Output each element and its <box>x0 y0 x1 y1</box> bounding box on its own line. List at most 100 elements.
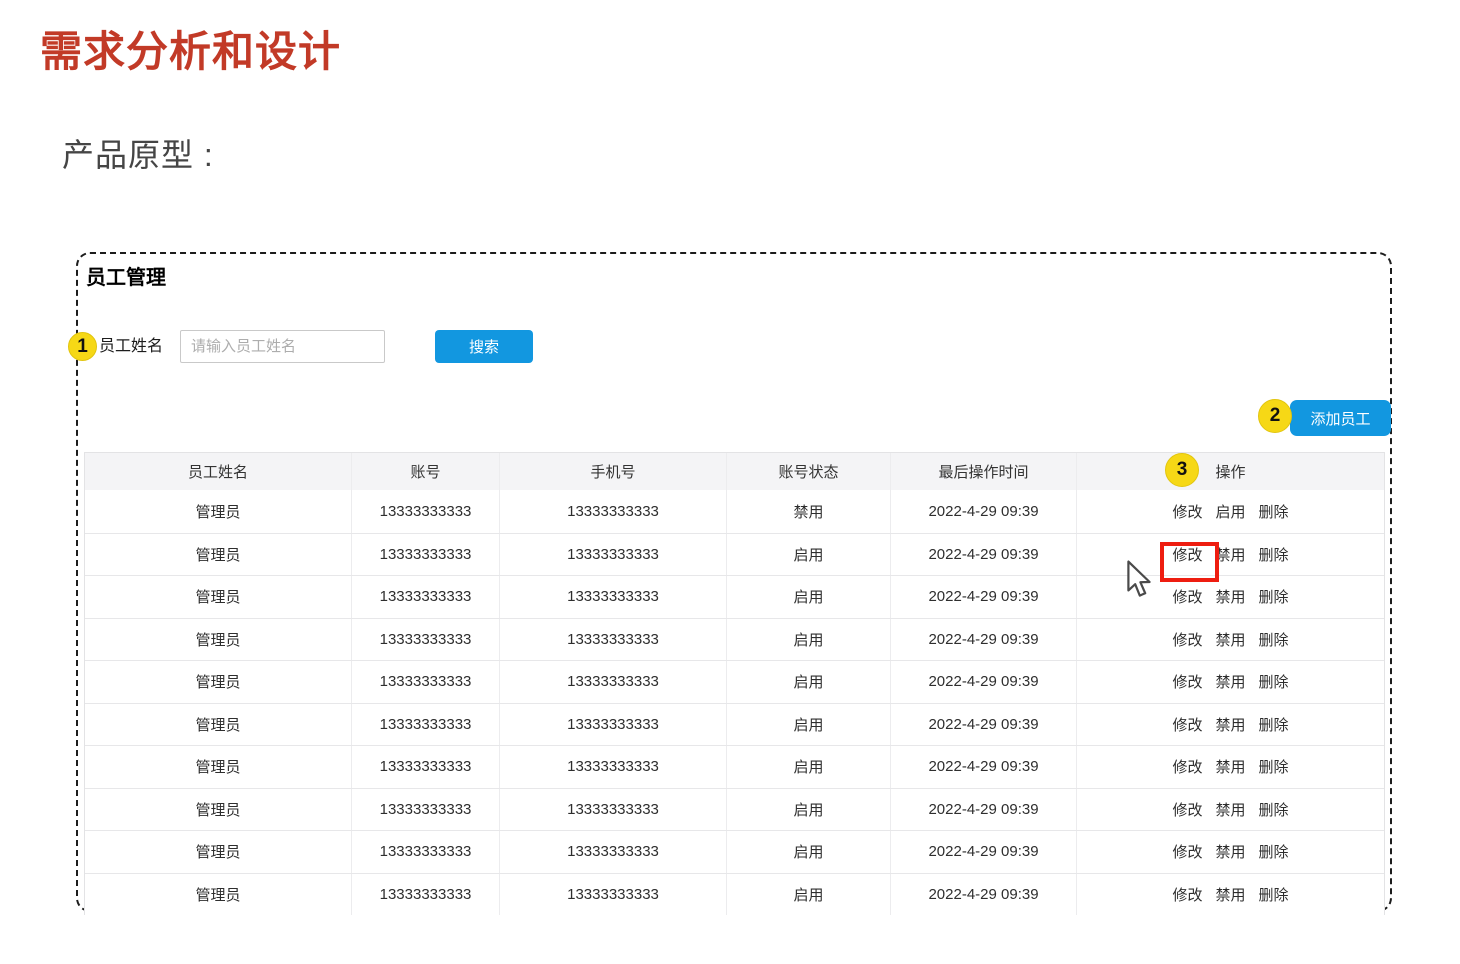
section-subtitle: 产品原型 : <box>62 130 214 176</box>
action-toggle-status[interactable]: 禁用 <box>1215 714 1245 735</box>
action-edit[interactable]: 修改 <box>1172 756 1202 777</box>
header-cell-status: 账号状态 <box>727 453 891 490</box>
action-delete[interactable]: 删除 <box>1259 714 1289 735</box>
action-delete[interactable]: 删除 <box>1259 756 1289 777</box>
cell-actions: 修改 禁用 删除 <box>1077 576 1384 618</box>
table-row: 管理员 13333333333 13333333333 启用 2022-4-29… <box>85 788 1384 831</box>
action-toggle-status[interactable]: 禁用 <box>1215 671 1245 692</box>
cell-phone: 13333333333 <box>500 831 727 873</box>
cell-account: 13333333333 <box>352 874 500 916</box>
action-toggle-status[interactable]: 禁用 <box>1215 544 1245 565</box>
cell-phone: 13333333333 <box>500 704 727 746</box>
cell-status: 禁用 <box>727 490 891 533</box>
cell-status: 启用 <box>727 789 891 831</box>
action-toggle-status[interactable]: 禁用 <box>1215 884 1245 905</box>
annotation-badge-1: 1 <box>68 332 97 361</box>
cell-time: 2022-4-29 09:39 <box>891 831 1077 873</box>
header-cell-actions: 操作 <box>1077 453 1384 490</box>
cell-actions: 修改 禁用 删除 <box>1077 746 1384 788</box>
action-edit[interactable]: 修改 <box>1172 799 1202 820</box>
action-delete[interactable]: 删除 <box>1259 501 1289 522</box>
add-employee-button[interactable]: 添加员工 <box>1290 400 1391 436</box>
action-delete[interactable]: 删除 <box>1259 841 1289 862</box>
cell-name: 管理员 <box>85 576 352 618</box>
cell-name: 管理员 <box>85 704 352 746</box>
action-delete[interactable]: 删除 <box>1259 629 1289 650</box>
cell-time: 2022-4-29 09:39 <box>891 746 1077 788</box>
table-row: 管理员 13333333333 13333333333 启用 2022-4-29… <box>85 660 1384 703</box>
search-button[interactable]: 搜索 <box>435 330 533 363</box>
cell-status: 启用 <box>727 746 891 788</box>
cell-name: 管理员 <box>85 619 352 661</box>
table-row: 管理员 13333333333 13333333333 启用 2022-4-29… <box>85 618 1384 661</box>
cell-phone: 13333333333 <box>500 789 727 831</box>
cell-name: 管理员 <box>85 661 352 703</box>
cell-phone: 13333333333 <box>500 746 727 788</box>
header-cell-name: 员工姓名 <box>85 453 352 490</box>
action-edit[interactable]: 修改 <box>1172 586 1202 607</box>
action-delete[interactable]: 删除 <box>1259 671 1289 692</box>
cell-account: 13333333333 <box>352 746 500 788</box>
cell-account: 13333333333 <box>352 619 500 661</box>
mouse-cursor-icon <box>1126 560 1154 603</box>
action-edit[interactable]: 修改 <box>1172 841 1202 862</box>
cell-time: 2022-4-29 09:39 <box>891 661 1077 703</box>
cell-status: 启用 <box>727 831 891 873</box>
action-delete[interactable]: 删除 <box>1259 586 1289 607</box>
cell-account: 13333333333 <box>352 576 500 618</box>
cell-phone: 13333333333 <box>500 490 727 533</box>
cell-name: 管理员 <box>85 874 352 916</box>
cell-account: 13333333333 <box>352 534 500 576</box>
prototype-panel: 员工管理 1 员工姓名 搜索 2 添加员工 员工姓名 账号 手机号 账号状态 最… <box>76 252 1392 912</box>
action-toggle-status[interactable]: 禁用 <box>1215 586 1245 607</box>
employee-name-label: 员工姓名 <box>99 330 163 363</box>
table-row: 管理员 13333333333 13333333333 启用 2022-4-29… <box>85 873 1384 916</box>
header-cell-account: 账号 <box>352 453 500 490</box>
action-edit[interactable]: 修改 <box>1172 501 1202 522</box>
action-toggle-status[interactable]: 启用 <box>1215 501 1245 522</box>
cell-phone: 13333333333 <box>500 874 727 916</box>
action-delete[interactable]: 删除 <box>1259 544 1289 565</box>
table-row: 管理员 13333333333 13333333333 启用 2022-4-29… <box>85 745 1384 788</box>
panel-title: 员工管理 <box>86 261 166 290</box>
cell-time: 2022-4-29 09:39 <box>891 704 1077 746</box>
action-delete[interactable]: 删除 <box>1259 884 1289 905</box>
cell-name: 管理员 <box>85 746 352 788</box>
action-edit[interactable]: 修改 <box>1172 671 1202 692</box>
cell-actions: 修改 禁用 删除 <box>1077 661 1384 703</box>
cell-name: 管理员 <box>85 789 352 831</box>
table-row: 管理员 13333333333 13333333333 启用 2022-4-29… <box>85 830 1384 873</box>
action-toggle-status[interactable]: 禁用 <box>1215 799 1245 820</box>
cell-name: 管理员 <box>85 534 352 576</box>
cell-account: 13333333333 <box>352 661 500 703</box>
action-toggle-status[interactable]: 禁用 <box>1215 841 1245 862</box>
action-delete[interactable]: 删除 <box>1259 799 1289 820</box>
employee-name-input[interactable] <box>180 330 385 363</box>
cell-actions: 修改 禁用 删除 <box>1077 789 1384 831</box>
cell-time: 2022-4-29 09:39 <box>891 789 1077 831</box>
cell-phone: 13333333333 <box>500 661 727 703</box>
action-toggle-status[interactable]: 禁用 <box>1215 756 1245 777</box>
cell-name: 管理员 <box>85 490 352 533</box>
cell-phone: 13333333333 <box>500 576 727 618</box>
action-toggle-status[interactable]: 禁用 <box>1215 629 1245 650</box>
cell-status: 启用 <box>727 661 891 703</box>
action-edit[interactable]: 修改 <box>1172 714 1202 735</box>
cell-time: 2022-4-29 09:39 <box>891 534 1077 576</box>
cell-phone: 13333333333 <box>500 534 727 576</box>
cell-actions: 修改 启用 删除 <box>1077 490 1384 533</box>
action-edit[interactable]: 修改 <box>1172 629 1202 650</box>
cell-account: 13333333333 <box>352 490 500 533</box>
annotation-badge-3: 3 <box>1165 453 1199 487</box>
cell-actions: 修改 禁用 删除 <box>1077 704 1384 746</box>
cell-time: 2022-4-29 09:39 <box>891 874 1077 916</box>
annotation-badge-2: 2 <box>1258 399 1292 433</box>
cell-account: 13333333333 <box>352 831 500 873</box>
cell-account: 13333333333 <box>352 704 500 746</box>
cell-status: 启用 <box>727 534 891 576</box>
cell-time: 2022-4-29 09:39 <box>891 576 1077 618</box>
action-edit[interactable]: 修改 <box>1172 884 1202 905</box>
table-row: 管理员 13333333333 13333333333 启用 2022-4-29… <box>85 703 1384 746</box>
highlight-box <box>1160 542 1219 582</box>
cell-actions: 修改 禁用 删除 <box>1077 619 1384 661</box>
